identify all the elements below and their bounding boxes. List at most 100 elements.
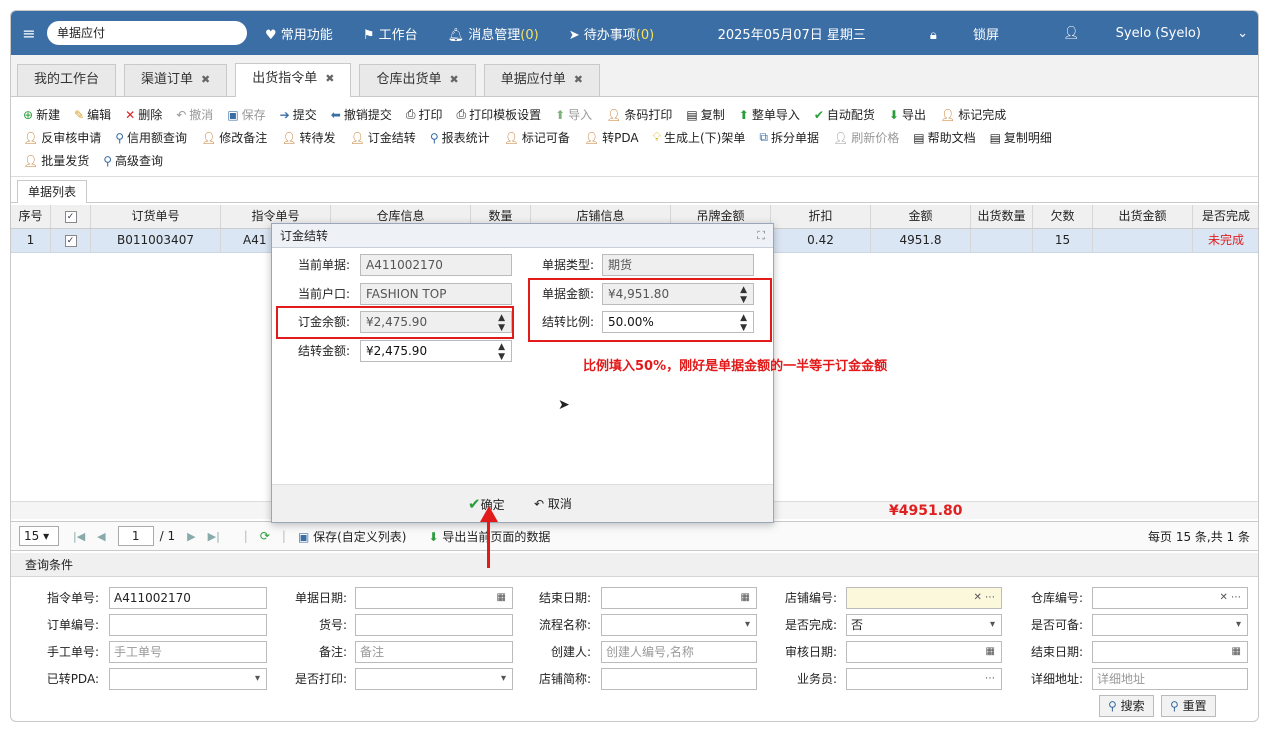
search-button[interactable]: ⚲ 搜索 <box>1099 695 1154 717</box>
generate-shelf-button[interactable]: 💡︎ 生成上(下)架单 <box>653 129 746 146</box>
clear-and-more-icon[interactable]: ✕ ⋯ <box>1219 588 1241 608</box>
undo-button[interactable]: ↶ 撤消 <box>176 106 213 123</box>
copy-detail-button[interactable]: ▤ 复制明细 <box>990 129 1052 146</box>
col-header[interactable]: 是否完成 <box>1193 205 1258 228</box>
revoke-submit-button[interactable]: ⬅ 撤销提交 <box>331 106 392 123</box>
report-stats-button[interactable]: ⚲ 报表统计 <box>430 129 490 146</box>
delete-button[interactable]: ✕ 删除 <box>125 106 162 123</box>
manual-no-input[interactable]: 手工单号 <box>109 641 267 663</box>
import-button[interactable]: ⬆ 导入 <box>555 106 592 123</box>
remark-input[interactable]: 备注 <box>355 641 513 663</box>
finished-select[interactable]: 否 ▾ <box>846 614 1002 636</box>
flow-name-select[interactable]: ▾ <box>601 614 757 636</box>
tab-warehouse-shipment[interactable]: 仓库出货单 ✖ <box>359 64 476 96</box>
tab-channel-order[interactable]: 渠道订单 ✖ <box>124 64 228 96</box>
to-pda-button[interactable]: 👤︎ 转PDA <box>584 129 639 146</box>
shop-no-input[interactable]: ✕ ⋯ <box>846 587 1002 609</box>
tab-my-workbench[interactable]: 我的工作台 <box>17 64 117 96</box>
carryover-amount-input[interactable]: ¥2,475.90 ▲ ▼ <box>360 340 512 362</box>
submit-button[interactable]: ➔ 提交 <box>280 106 317 123</box>
select-all-checkbox[interactable]: ✓ <box>51 205 91 228</box>
more-icon[interactable]: ⋯ <box>985 669 995 689</box>
nav-favorites[interactable]: ♥ 常用功能 <box>265 24 333 43</box>
bulk-import-button[interactable]: ⬆ 整单导入 <box>739 106 800 123</box>
close-icon[interactable]: ⛶ <box>757 224 765 248</box>
tab-shipping-instruction[interactable]: 出货指令单 ✖ <box>235 63 352 97</box>
calendar-icon[interactable]: ▦ <box>741 588 750 608</box>
deposit-carryover-button[interactable]: 👤︎ 订金结转 <box>350 129 416 146</box>
col-header[interactable]: 金额 <box>871 205 971 228</box>
module-search-input[interactable]: 单据应付 <box>47 21 247 45</box>
refresh-icon[interactable]: ⟳ <box>260 529 270 543</box>
close-icon[interactable]: ✖ <box>574 73 583 86</box>
save-custom-list-button[interactable]: ▣ 保存(自定义列表) <box>298 528 407 545</box>
edit-remark-button[interactable]: 👤︎ 修改备注 <box>201 129 267 146</box>
end-date2-input[interactable]: ▦ <box>1092 641 1248 663</box>
clear-and-more-icon[interactable]: ✕ ⋯ <box>973 588 995 608</box>
prev-page-icon[interactable]: ◀ <box>97 530 105 543</box>
new-button[interactable]: ⊕ 新建 <box>23 106 60 123</box>
batch-ship-button[interactable]: 👤︎ 批量发货 <box>23 152 89 169</box>
export-button[interactable]: ⬇ 导出 <box>889 106 926 123</box>
tab-bill-payable[interactable]: 单据应付单 ✖ <box>483 64 600 96</box>
col-header[interactable]: 序号 <box>11 205 51 228</box>
page-size-select[interactable]: 15 ▾ <box>19 526 59 546</box>
reverse-audit-button[interactable]: 👤︎ 反审核申请 <box>23 129 101 146</box>
next-page-icon[interactable]: ▶ <box>187 530 195 543</box>
edit-button[interactable]: ✎ 编辑 <box>74 106 111 123</box>
copy-button[interactable]: ▤ 复制 <box>686 106 724 123</box>
calendar-icon[interactable]: ▦ <box>986 642 995 662</box>
close-icon[interactable]: ✖ <box>450 73 459 86</box>
nav-workbench[interactable]: ⚑ 工作台 <box>363 24 418 43</box>
user-menu[interactable]: 👤︎ Syelo (Syelo) ⌄ <box>1031 26 1248 41</box>
cmd-no-input[interactable]: A411002170 <box>109 587 267 609</box>
salesman-input[interactable]: ⋯ <box>846 668 1002 690</box>
calendar-icon[interactable]: ▦ <box>1232 642 1241 662</box>
refresh-price-button[interactable]: 👤︎ 刷新价格 <box>833 129 899 146</box>
auto-allocate-button[interactable]: ✔ 自动配货 <box>814 106 875 123</box>
advanced-query-button[interactable]: ⚲ 高级查询 <box>103 152 163 169</box>
calendar-icon[interactable]: ▦ <box>497 588 506 608</box>
last-page-icon[interactable]: ▶| <box>208 530 220 543</box>
address-input[interactable]: 详细地址 <box>1092 668 1248 690</box>
bill-date-input[interactable]: ▦ <box>355 587 513 609</box>
barcode-print-button[interactable]: 👤︎ 条码打印 <box>606 106 672 123</box>
shop-abbr-input[interactable] <box>601 668 757 690</box>
col-header[interactable]: 折扣 <box>771 205 871 228</box>
reset-button[interactable]: ⚲ 重置 <box>1161 695 1216 717</box>
spinner-icon[interactable]: ▲ ▼ <box>498 341 505 362</box>
printed-select[interactable]: ▾ <box>355 668 513 690</box>
nav-messages[interactable]: 🔔︎ 消息管理(0) <box>448 24 539 43</box>
prepared-select[interactable]: ▾ <box>1092 614 1248 636</box>
print-template-button[interactable]: ⎙ 打印模板设置 <box>456 106 541 123</box>
help-doc-button[interactable]: ▤ 帮助文档 <box>913 129 975 146</box>
to-pending-button[interactable]: 👤︎ 转待发 <box>281 129 335 146</box>
pda-select[interactable]: ▾ <box>109 668 267 690</box>
mark-ready-button[interactable]: 👤︎ 标记可备 <box>504 129 570 146</box>
col-header[interactable]: 出货金额 <box>1093 205 1193 228</box>
hamburger-menu-icon[interactable]: ≡ <box>11 24 47 43</box>
split-bill-button[interactable]: ⧉ 拆分单据 <box>759 129 819 146</box>
audit-date-input[interactable]: ▦ <box>846 641 1002 663</box>
nav-todo[interactable]: ➤ 待办事项(0) <box>569 24 654 43</box>
row-checkbox[interactable]: ✓ <box>51 229 91 252</box>
close-icon[interactable]: ✖ <box>325 72 334 85</box>
print-button[interactable]: ⎙ 打印 <box>406 106 443 123</box>
end-date-input[interactable]: ▦ <box>601 587 757 609</box>
order-no-input[interactable] <box>109 614 267 636</box>
dialog-title-bar[interactable]: 订金结转 ⛶ <box>272 224 773 248</box>
first-page-icon[interactable]: |◀ <box>73 530 85 543</box>
col-header[interactable]: 订货单号 <box>91 205 221 228</box>
page-input[interactable]: 1 <box>117 526 154 546</box>
save-button[interactable]: ▣ 保存 <box>227 106 265 123</box>
goods-no-input[interactable] <box>355 614 513 636</box>
warehouse-no-input[interactable]: ✕ ⋯ <box>1092 587 1248 609</box>
cancel-button[interactable]: ↶ 取消 <box>534 495 572 512</box>
col-header[interactable]: 欠数 <box>1033 205 1093 228</box>
mark-complete-button[interactable]: 👤︎ 标记完成 <box>940 106 1006 123</box>
tab-bill-list[interactable]: 单据列表 <box>17 180 88 203</box>
col-header[interactable]: 出货数量 <box>971 205 1033 228</box>
close-icon[interactable]: ✖ <box>201 73 210 86</box>
creator-input[interactable]: 创建人编号,名称 <box>601 641 757 663</box>
credit-query-button[interactable]: ⚲ 信用额查询 <box>115 129 187 146</box>
